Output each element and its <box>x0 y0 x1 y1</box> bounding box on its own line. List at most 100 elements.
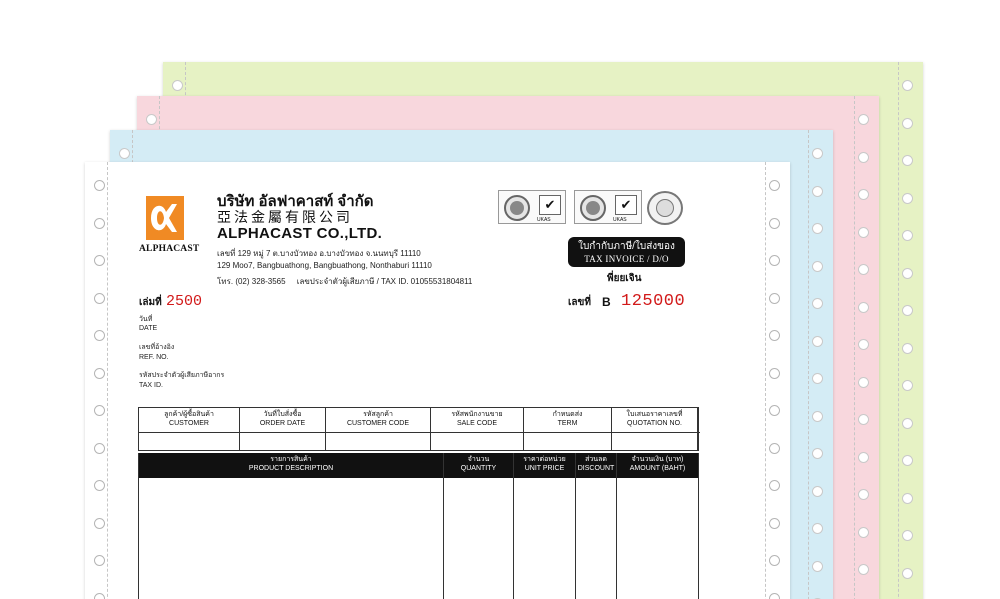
tractor-hole <box>858 226 869 238</box>
tractor-hole <box>94 405 105 416</box>
tractor-hole <box>769 480 780 491</box>
unit-price-column: ราคาต่อหน่วย UNIT PRICE <box>514 453 576 599</box>
tractor-hole <box>858 301 869 313</box>
column-header-english: PRODUCT DESCRIPTION <box>248 465 334 472</box>
tractor-hole <box>858 151 869 163</box>
column-header-english: UNIT PRICE <box>524 465 565 472</box>
tractor-hole <box>812 148 823 159</box>
tractor-hole <box>812 410 823 422</box>
column-header-english: SALE CODE <box>456 420 498 427</box>
book-number-label: เล่มที่ <box>139 297 162 308</box>
iso-certification-icon: ✔ UKAS <box>498 190 566 224</box>
tractor-hole <box>858 489 869 500</box>
cert-tag: UKAS <box>613 217 627 223</box>
tractor-hole <box>812 373 823 384</box>
iso-certification-icon: ✔ UKAS <box>574 190 642 224</box>
tractor-hole <box>902 492 913 504</box>
product-table: รายการสินค้า PRODUCT DESCRIPTION จำนวน QUA… <box>138 453 699 599</box>
column-header-english: DISCOUNT <box>577 465 615 472</box>
tractor-hole <box>94 442 105 454</box>
tractor-hole <box>858 564 869 575</box>
seal-icon <box>647 191 683 225</box>
document-fields: วันที่ DATE เลขที่อ้างอิง REF. NO. รหัสป… <box>139 315 224 390</box>
column-header-english: CUSTOMER CODE <box>346 420 410 427</box>
amount-column: จำนวนเงิน (บาท) AMOUNT (BAHT) <box>617 453 698 599</box>
tractor-hole <box>858 339 869 350</box>
tractor-hole <box>812 448 823 459</box>
column-header-thai: ใบเสนอราคาเลขที่ <box>626 411 683 418</box>
column-header-english: QUANTITY <box>460 465 497 472</box>
tractor-hole <box>902 530 913 541</box>
tractor-hole <box>902 567 913 579</box>
cert-tag: UKAS <box>537 217 551 223</box>
column-header-english: AMOUNT (BAHT) <box>629 465 686 472</box>
tractor-hole <box>769 592 780 599</box>
tractor-hole <box>812 485 823 497</box>
tractor-hole <box>858 264 869 275</box>
tractor-hole <box>94 367 105 379</box>
logo-wordmark: ALPHACAST <box>139 244 200 254</box>
tractor-hole <box>94 292 105 304</box>
column-header-thai: จำนวน <box>467 456 490 463</box>
document-number-value: 125000 <box>621 292 686 311</box>
alphacast-logo-icon <box>146 196 184 240</box>
book-number-value: 2500 <box>166 293 203 310</box>
tractor-hole <box>858 414 869 425</box>
tractor-hole <box>172 80 183 91</box>
column-header-thai: รายการสินค้า <box>270 456 312 463</box>
phone-number: โทร. (02) 328-3565 <box>217 277 286 286</box>
tractor-hole <box>902 305 913 316</box>
column-header-english: TERM <box>557 420 578 427</box>
tractor-hole <box>769 330 780 341</box>
tractor-hole <box>812 260 823 272</box>
column-header-english: CUSTOMER <box>169 420 209 427</box>
tractor-holes-right <box>809 130 827 599</box>
address-thai: เลขที่ 129 หมู่ 7 ต.บางบัวทอง อ.บางบัวทอ… <box>217 249 421 258</box>
tractor-hole <box>902 455 913 466</box>
document-title-badge: ใบกำกับภาษี/ใบส่งของ TAX INVOICE / D/O <box>568 237 685 267</box>
tractor-hole <box>902 417 913 429</box>
field-date-english: DATE <box>139 325 158 333</box>
tractor-hole <box>94 480 105 491</box>
tractor-hole <box>94 555 105 566</box>
tractor-hole <box>858 526 869 538</box>
document-number-prefix: B <box>602 295 611 309</box>
tractor-hole <box>94 330 105 341</box>
tractor-hole <box>902 380 913 391</box>
quantity-column: จำนวน QUANTITY <box>444 453 514 599</box>
tractor-hole <box>812 523 823 534</box>
column-header-thai: จำนวนเงิน (บาท) <box>631 456 684 463</box>
tractor-hole <box>902 342 913 354</box>
tractor-hole <box>858 451 869 463</box>
tractor-hole <box>812 185 823 197</box>
tractor-hole <box>858 114 869 125</box>
copy-label: พี่ยยเจิน <box>607 273 642 284</box>
tractor-hole <box>94 517 105 529</box>
tax-id-line: เลขประจำตัวผู้เสียภาษี / TAX ID. 0105553… <box>296 277 473 286</box>
term-column: กำหนดส่ง TERM <box>524 408 612 450</box>
tractor-hole <box>94 592 105 599</box>
column-header-thai: รหัสลูกค้า <box>363 411 393 418</box>
tractor-hole <box>119 148 130 159</box>
tractor-hole <box>769 292 780 304</box>
company-name-chinese: 亞法金屬有限公司 <box>217 210 353 226</box>
document-title-english: TAX INVOICE / D/O <box>584 254 669 264</box>
address-english: 129 Moo7, Bangbuathong, Bangbuathong, No… <box>217 261 432 270</box>
perforation-left <box>107 162 108 599</box>
tractor-hole <box>769 442 780 454</box>
product-description-column: รายการสินค้า PRODUCT DESCRIPTION <box>139 453 444 599</box>
tractor-hole <box>902 230 913 241</box>
tractor-hole <box>902 267 913 279</box>
tractor-hole <box>902 117 913 129</box>
column-header-thai: กำหนดส่ง <box>552 411 583 418</box>
order-date-column: วันที่ใบสั่งซื้อ ORDER DATE <box>240 408 326 450</box>
column-header-thai: วันที่ใบสั่งซื้อ <box>263 411 302 418</box>
customer-column: ลูกค้า/ผู้ซื้อสินค้า CUSTOMER <box>139 408 240 450</box>
field-taxid-thai: รหัสประจำตัวผู้เสียภาษีอากร <box>139 372 225 380</box>
tractor-holes-right <box>899 62 917 599</box>
tractor-hole <box>94 217 105 229</box>
column-header-english: ORDER DATE <box>259 420 306 427</box>
customer-info-table: ลูกค้า/ผู้ซื้อสินค้า CUSTOMER วันที่ใบสั่… <box>138 407 700 451</box>
document-title-thai: ใบกำกับภาษี/ใบส่งของ <box>578 241 675 252</box>
field-date-thai: วันที่ <box>139 316 153 323</box>
